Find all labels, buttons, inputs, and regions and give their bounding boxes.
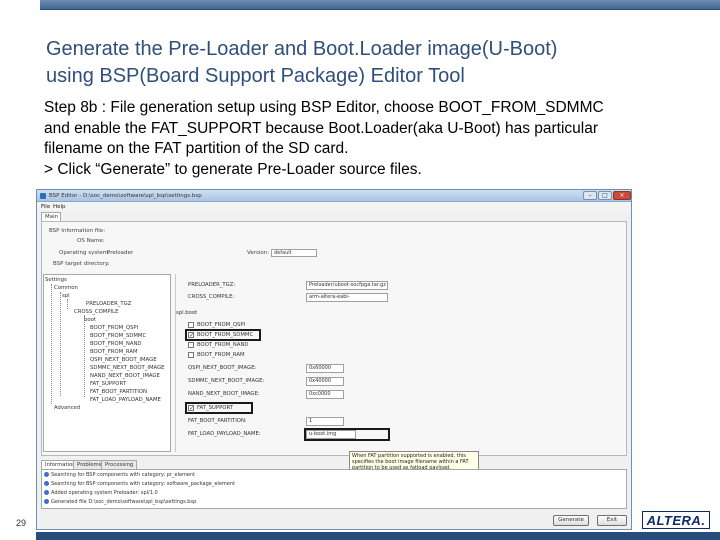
boot-from-nand-checkbox[interactable] xyxy=(188,342,194,348)
fat-payload-label: FAT_LOAD_PAYLOAD_NAME: xyxy=(188,431,261,437)
tree-item[interactable]: SDMMC_NEXT_BOOT_IMAGE xyxy=(90,365,165,371)
message-log: Searching for BSP components with catego… xyxy=(41,469,627,509)
log-line: Searching for BSP components with catego… xyxy=(44,481,235,487)
app-icon xyxy=(40,193,46,199)
menu-file[interactable]: File xyxy=(41,204,50,210)
menu-bar: File Help xyxy=(37,202,631,211)
bsp-target-value: . xyxy=(107,261,109,267)
tree-item[interactable]: BOOT_FROM_NAND xyxy=(90,341,142,347)
settings-tree: Settings Common spl PRELOADER_TGZ CROSS_… xyxy=(43,274,171,452)
body-line: and enable the FAT_SUPPORT because Boot.… xyxy=(44,119,599,137)
bottom-tab-bar: Information Problems Processing xyxy=(41,460,627,469)
bsp-editor-window: BSP Editor - D:\soc_demo\software\spl_bs… xyxy=(36,189,632,530)
preloader-tgz-field[interactable]: Preloader/uboot-socfpga.tar.gz xyxy=(306,281,388,290)
os-name-label: OS Name: xyxy=(77,238,105,244)
checkbox-label: BOOT_FROM_NAND xyxy=(197,342,249,348)
nand-next-boot-label: NAND_NEXT_BOOT_IMAGE: xyxy=(188,391,260,397)
title-line: using BSP(Board Support Package) Editor … xyxy=(46,65,465,87)
tab-processing[interactable]: Processing xyxy=(101,460,138,469)
highlight-box xyxy=(185,329,261,341)
nand-next-boot-field[interactable]: 0xc0000 xyxy=(306,390,344,399)
tree-item[interactable]: PRELOADER_TGZ xyxy=(86,301,131,307)
info-icon xyxy=(44,499,49,504)
operating-system-value: Preloader xyxy=(107,250,134,256)
sdmmc-next-boot-label: SDMMC_NEXT_BOOT_IMAGE: xyxy=(188,378,265,384)
section-title: spl.boot xyxy=(176,310,198,316)
qspi-next-boot-field[interactable]: 0x60000 xyxy=(306,364,344,373)
version-label: Version: xyxy=(247,250,270,256)
altera-logo: ALTERA. xyxy=(642,511,710,529)
version-select[interactable]: default xyxy=(271,249,317,257)
log-line: Searching for BSP components with catego… xyxy=(44,472,195,478)
tab-main[interactable]: Main xyxy=(41,212,61,221)
tree-item[interactable]: FAT_LOAD_PAYLOAD_NAME xyxy=(90,397,161,403)
tree-common[interactable]: Common xyxy=(54,285,78,291)
tree-spl[interactable]: spl xyxy=(62,293,70,299)
log-line: Generated file D:\soc_demo\software\spl_… xyxy=(44,499,196,505)
bsp-target-label: BSP target directory: xyxy=(53,261,110,267)
info-icon xyxy=(44,472,49,477)
tree-item[interactable]: BOOT_FROM_QSPI xyxy=(90,325,138,331)
menu-help[interactable]: Help xyxy=(53,204,66,210)
tree-item[interactable]: QSPI_NEXT_BOOT_IMAGE xyxy=(90,357,157,363)
page-number: 29 xyxy=(16,518,27,528)
tree-item[interactable]: NAND_NEXT_BOOT_IMAGE xyxy=(90,373,160,379)
info-icon xyxy=(44,481,49,486)
tree-item[interactable]: BOOT_FROM_SDMMC xyxy=(90,333,146,339)
sdmmc-next-boot-field[interactable]: 0x40000 xyxy=(306,377,344,386)
exit-button[interactable]: Exit xyxy=(597,515,627,526)
tree-item[interactable]: FAT_SUPPORT xyxy=(90,381,126,387)
boot-from-ram-checkbox[interactable] xyxy=(188,352,194,358)
fat-boot-partition-label: FAT_BOOT_PARTITION: xyxy=(188,418,247,424)
top-banner xyxy=(0,0,720,10)
highlight-box xyxy=(304,428,390,441)
tree-item[interactable]: CROSS_COMPILE xyxy=(74,309,118,315)
settings-panel: PRELOADER_TGZ: Preloader/uboot-socfpga.t… xyxy=(175,274,623,452)
close-button[interactable]: × xyxy=(613,191,631,200)
cross-compile-label: CROSS_COMPILE: xyxy=(188,294,235,300)
fat-boot-partition-field[interactable]: 1 xyxy=(306,417,344,426)
bottom-banner xyxy=(0,532,720,540)
slide-title: Generate the Pre-Loader and Boot.Loader … xyxy=(46,36,706,90)
tree-item[interactable]: boot xyxy=(84,317,96,323)
checkbox-label: BOOT_FROM_RAM xyxy=(197,352,245,358)
maximize-button[interactable]: □ xyxy=(598,191,612,200)
title-line: Generate the Pre-Loader and Boot.Loader … xyxy=(46,38,558,60)
body-line: > Click “Generate” to generate Pre-Loade… xyxy=(44,160,422,178)
operating-system-label: Operating system: xyxy=(59,250,110,256)
preloader-tgz-label: PRELOADER_TGZ: xyxy=(188,282,236,288)
highlight-box xyxy=(185,402,253,414)
checkbox-label: BOOT_FROM_QSPI xyxy=(197,322,246,328)
info-icon xyxy=(44,490,49,495)
window-title: BSP Editor - D:\soc_demo\software\spl_bs… xyxy=(49,193,202,199)
body-line: filename on the FAT partition of the SD … xyxy=(44,140,349,157)
body-line: Step 8b : File generation setup using BS… xyxy=(44,99,604,116)
qspi-next-boot-label: QSPI_NEXT_BOOT_IMAGE: xyxy=(188,365,257,371)
slide-body: Step 8b : File generation setup using BS… xyxy=(44,98,714,180)
minimize-button[interactable]: – xyxy=(583,191,597,200)
cross-compile-field[interactable]: arm-altera-eabi- xyxy=(306,293,388,302)
tree-advanced[interactable]: Advanced xyxy=(54,405,80,411)
tab-bar: Main xyxy=(39,212,629,221)
tree-settings[interactable]: Settings xyxy=(45,277,67,283)
boot-from-qspi-checkbox[interactable] xyxy=(188,322,194,328)
window-titlebar: BSP Editor - D:\soc_demo\software\spl_bs… xyxy=(37,190,631,202)
generate-button[interactable]: Generate xyxy=(553,515,589,526)
bsp-info-heading: BSP Information file: xyxy=(49,228,106,234)
tree-item[interactable]: BOOT_FROM_RAM xyxy=(90,349,138,355)
log-line: Added operating system Preloader: spl/1.… xyxy=(44,490,158,496)
tree-item[interactable]: FAT_BOOT_PARTITION xyxy=(90,389,147,395)
